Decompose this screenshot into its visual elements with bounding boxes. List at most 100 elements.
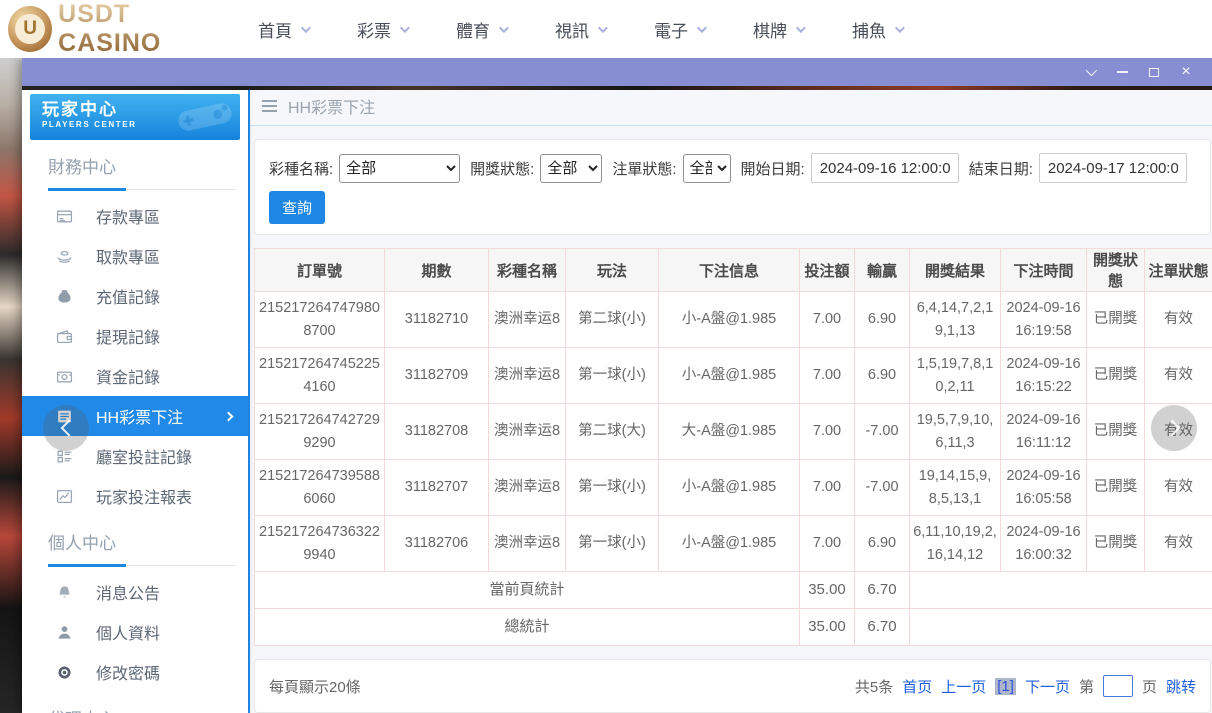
sidebar-header: 玩家中心 PLAYERS CENTER: [30, 94, 240, 140]
end-date-input[interactable]: [1039, 153, 1187, 183]
table-cell: 大-A盤@1.985: [659, 404, 800, 460]
table-cell: 已開獎: [1087, 292, 1145, 348]
withdraw-hand-icon: [55, 248, 73, 265]
draw-status-label: 開獎狀態:: [470, 158, 534, 179]
sidebar-item-player-bet-report[interactable]: 玩家投注報表: [22, 476, 248, 516]
table-cell: 7.00: [800, 348, 855, 404]
lottery-name-select[interactable]: 全部: [339, 154, 460, 183]
table-cell: 第一球(小): [566, 460, 659, 516]
table-header-row: 訂單號期數彩種名稱玩法下注信息投注額輸贏開獎結果下注時間開獎狀態注單狀態: [255, 249, 1212, 292]
window-maximize-button[interactable]: [1138, 60, 1170, 84]
column-header: 下注時間: [1001, 249, 1087, 292]
chevron-down-icon: [796, 23, 806, 33]
column-header: 彩種名稱: [489, 249, 566, 292]
nav-item-slots[interactable]: 電子: [654, 17, 704, 42]
table-row: 215217264745225416031182709澳洲幸运8第一球(小)小-…: [255, 348, 1212, 404]
window-collapse-button[interactable]: [1074, 60, 1106, 84]
draw-status-select[interactable]: 全部: [540, 154, 602, 183]
nav-item-home[interactable]: 首頁: [258, 17, 308, 42]
sidebar-item-profile[interactable]: 個人資料: [22, 612, 248, 652]
table-cell: -7.00: [855, 404, 910, 460]
table-body: 215217264747980870031182710澳洲幸运8第二球(小)小-…: [255, 292, 1212, 646]
sidebar-item-announcements[interactable]: 消息公告: [22, 572, 248, 612]
sidebar-item-label: HH彩票下注: [96, 404, 183, 428]
bets-table: 訂單號期數彩種名稱玩法下注信息投注額輸贏開獎結果下注時間開獎狀態注單狀態 215…: [254, 248, 1212, 646]
table-row: 215217264736322994031182706澳洲幸运8第一球(小)小-…: [255, 516, 1212, 572]
chevron-down-icon: [598, 23, 608, 33]
table-footer: 每頁顯示20條 共5条 首页 上一页 [1] 下一页 第 页 跳转: [254, 659, 1211, 713]
nav-item-lottery[interactable]: 彩票: [357, 17, 407, 42]
deposit-card-icon: [55, 208, 73, 225]
table-cell: 已開獎: [1087, 348, 1145, 404]
table-cell: 2152172647479808700: [255, 292, 385, 348]
summary-bet-total: 35.00: [800, 609, 855, 646]
brand-name: USDT CASINO: [58, 0, 234, 58]
prev-page-link[interactable]: 上一页: [941, 676, 986, 697]
column-header: 開獎狀態: [1087, 249, 1145, 292]
window-titlebar: ×: [22, 58, 1212, 86]
brand-logo[interactable]: U USDT CASINO: [8, 0, 234, 58]
chevron-down-icon: [697, 23, 707, 33]
summary-win-loss: 6.70: [855, 572, 910, 609]
close-icon: ×: [1181, 64, 1190, 80]
table-cell: 有效: [1145, 348, 1212, 404]
nav-item-sports[interactable]: 體育: [456, 17, 506, 42]
table-cell: 澳洲幸运8: [489, 292, 566, 348]
sidebar-section-finance: 財務中心 存款專區 取款專區 充值記錄 提現記錄: [22, 140, 248, 516]
sidebar-item-funds-records[interactable]: 資金記錄: [22, 356, 248, 396]
table-cell: 第一球(小): [566, 516, 659, 572]
sidebar-item-deposit[interactable]: 存款專區: [22, 196, 248, 236]
table-cell: 31182709: [385, 348, 489, 404]
column-header: 期數: [385, 249, 489, 292]
table-cell: 2024-09-16 16:15:22: [1001, 348, 1087, 404]
jump-button[interactable]: 跳转: [1166, 676, 1196, 697]
first-page-link[interactable]: 首页: [902, 676, 932, 697]
scroll-right-button[interactable]: [1151, 405, 1197, 451]
chevron-down-icon: [499, 23, 509, 33]
order-status-select[interactable]: 全部: [683, 154, 731, 183]
sidebar-item-label: 消息公告: [96, 580, 160, 604]
nav-item-fishing[interactable]: 捕魚: [852, 17, 902, 42]
table-cell: 有效: [1145, 516, 1212, 572]
sidebar-item-label: 個人資料: [96, 620, 160, 644]
bell-icon: [55, 584, 73, 601]
total-count: 共5条: [855, 676, 893, 697]
table-cell: 第二球(大): [566, 404, 659, 460]
window-minimize-button[interactable]: [1106, 60, 1138, 84]
table-cell: 19,5,7,9,10,6,11,3: [910, 404, 1001, 460]
chevron-down-icon: [1086, 65, 1097, 76]
user-icon: [55, 624, 73, 641]
sidebar-item-recharge-records[interactable]: 充值記錄: [22, 276, 248, 316]
nav-item-cards[interactable]: 棋牌: [753, 17, 803, 42]
summary-empty: [910, 609, 1212, 646]
scroll-left-button[interactable]: [43, 405, 89, 451]
summary-label: 當前頁統計: [255, 572, 800, 609]
page-size-text: 每頁顯示20條: [269, 676, 361, 697]
chevron-right-icon: [1163, 420, 1180, 437]
table-cell: 澳洲幸运8: [489, 460, 566, 516]
start-date-input[interactable]: [811, 153, 959, 183]
hamburger-menu-icon[interactable]: [262, 100, 277, 112]
start-date-label: 開始日期:: [741, 158, 805, 179]
brand-logo-icon: U: [8, 6, 52, 52]
column-header: 輸贏: [855, 249, 910, 292]
summary-row: 總統計35.006.70: [255, 609, 1212, 646]
window-body: 玩家中心 PLAYERS CENTER 財務中心 存款專區: [22, 86, 1212, 713]
content-body: 彩種名稱: 全部 開獎狀態: 全部 注單狀態: 全部 開始日期:: [250, 126, 1212, 713]
search-button[interactable]: 查詢: [269, 191, 325, 224]
wallet-icon: [55, 328, 73, 345]
window-close-button[interactable]: ×: [1170, 60, 1202, 84]
sidebar-item-change-password[interactable]: 修改密碼: [22, 652, 248, 692]
table-cell: 小-A盤@1.985: [659, 292, 800, 348]
next-page-link[interactable]: 下一页: [1025, 676, 1070, 697]
table-cell: 小-A盤@1.985: [659, 348, 800, 404]
jump-label-before: 第: [1079, 676, 1094, 697]
section-divider: [48, 188, 236, 191]
minimize-icon: [1117, 71, 1128, 73]
sidebar-item-withdraw[interactable]: 取款專區: [22, 236, 248, 276]
sidebar-item-withdrawal-records[interactable]: 提現記錄: [22, 316, 248, 356]
order-status-label: 注單狀態:: [612, 158, 676, 179]
chevron-down-icon: [400, 23, 410, 33]
nav-item-live[interactable]: 視訊: [555, 17, 605, 42]
page-jump-input[interactable]: [1103, 675, 1133, 697]
